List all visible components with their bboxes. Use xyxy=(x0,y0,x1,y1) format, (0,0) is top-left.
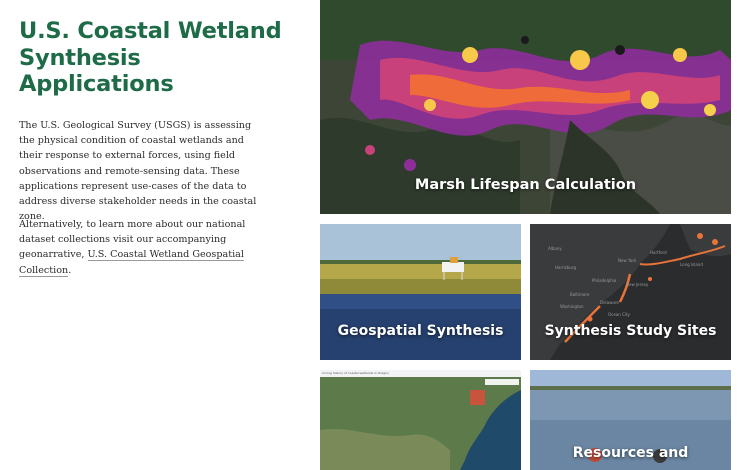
map-place-label: Hartford xyxy=(650,250,667,255)
resources-card[interactable]: Resources and xyxy=(530,370,731,470)
marsh-photo-image xyxy=(320,224,521,360)
map-place-label: New York xyxy=(618,258,637,263)
map-place-label: Delaware xyxy=(600,300,619,305)
marsh-lifespan-label: Marsh Lifespan Calculation xyxy=(414,177,637,193)
coring-map-image xyxy=(320,370,521,470)
study-sites-label: Synthesis Study Sites xyxy=(544,323,717,339)
map-place-label: Washington xyxy=(560,304,584,309)
geospatial-synthesis-label: Geospatial Synthesis xyxy=(337,323,504,339)
map-place-label: Long Island xyxy=(680,262,703,267)
map-place-label: Albany xyxy=(548,246,562,251)
map-place-label: Baltimore xyxy=(570,292,590,297)
study-sites-map-image: Albany Harrisburg New York Philadelphia … xyxy=(530,224,731,360)
marsh-lifespan-card[interactable]: Marsh Lifespan Calculation xyxy=(320,0,731,214)
geospatial-synthesis-card[interactable]: Geospatial Synthesis xyxy=(320,224,521,360)
intro-paragraph: The U.S. Geological Survey (USGS) is ass… xyxy=(19,120,257,223)
geonarrative-period: . xyxy=(68,264,72,276)
map-place-label: Ocean City xyxy=(608,312,631,317)
map-place-label: Harrisburg xyxy=(555,265,577,270)
map-place-label: New Jersey xyxy=(626,282,649,287)
study-sites-card[interactable]: Albany Harrisburg New York Philadelphia … xyxy=(530,224,731,360)
coring-map-card[interactable]: Coring history of coastal wetlands in Or… xyxy=(320,370,521,470)
resources-label: Resources and xyxy=(572,445,689,461)
page-title: U.S. Coastal Wetland Synthesis Applicati… xyxy=(19,18,282,97)
map-place-label: Philadelphia xyxy=(592,278,617,283)
geonarrative-paragraph: Alternatively, to learn more about our n… xyxy=(19,217,259,278)
intro-panel: U.S. Coastal Wetland Synthesis Applicati… xyxy=(0,0,300,470)
coring-map-caption: Coring history of coastal wetlands in Or… xyxy=(322,371,389,375)
